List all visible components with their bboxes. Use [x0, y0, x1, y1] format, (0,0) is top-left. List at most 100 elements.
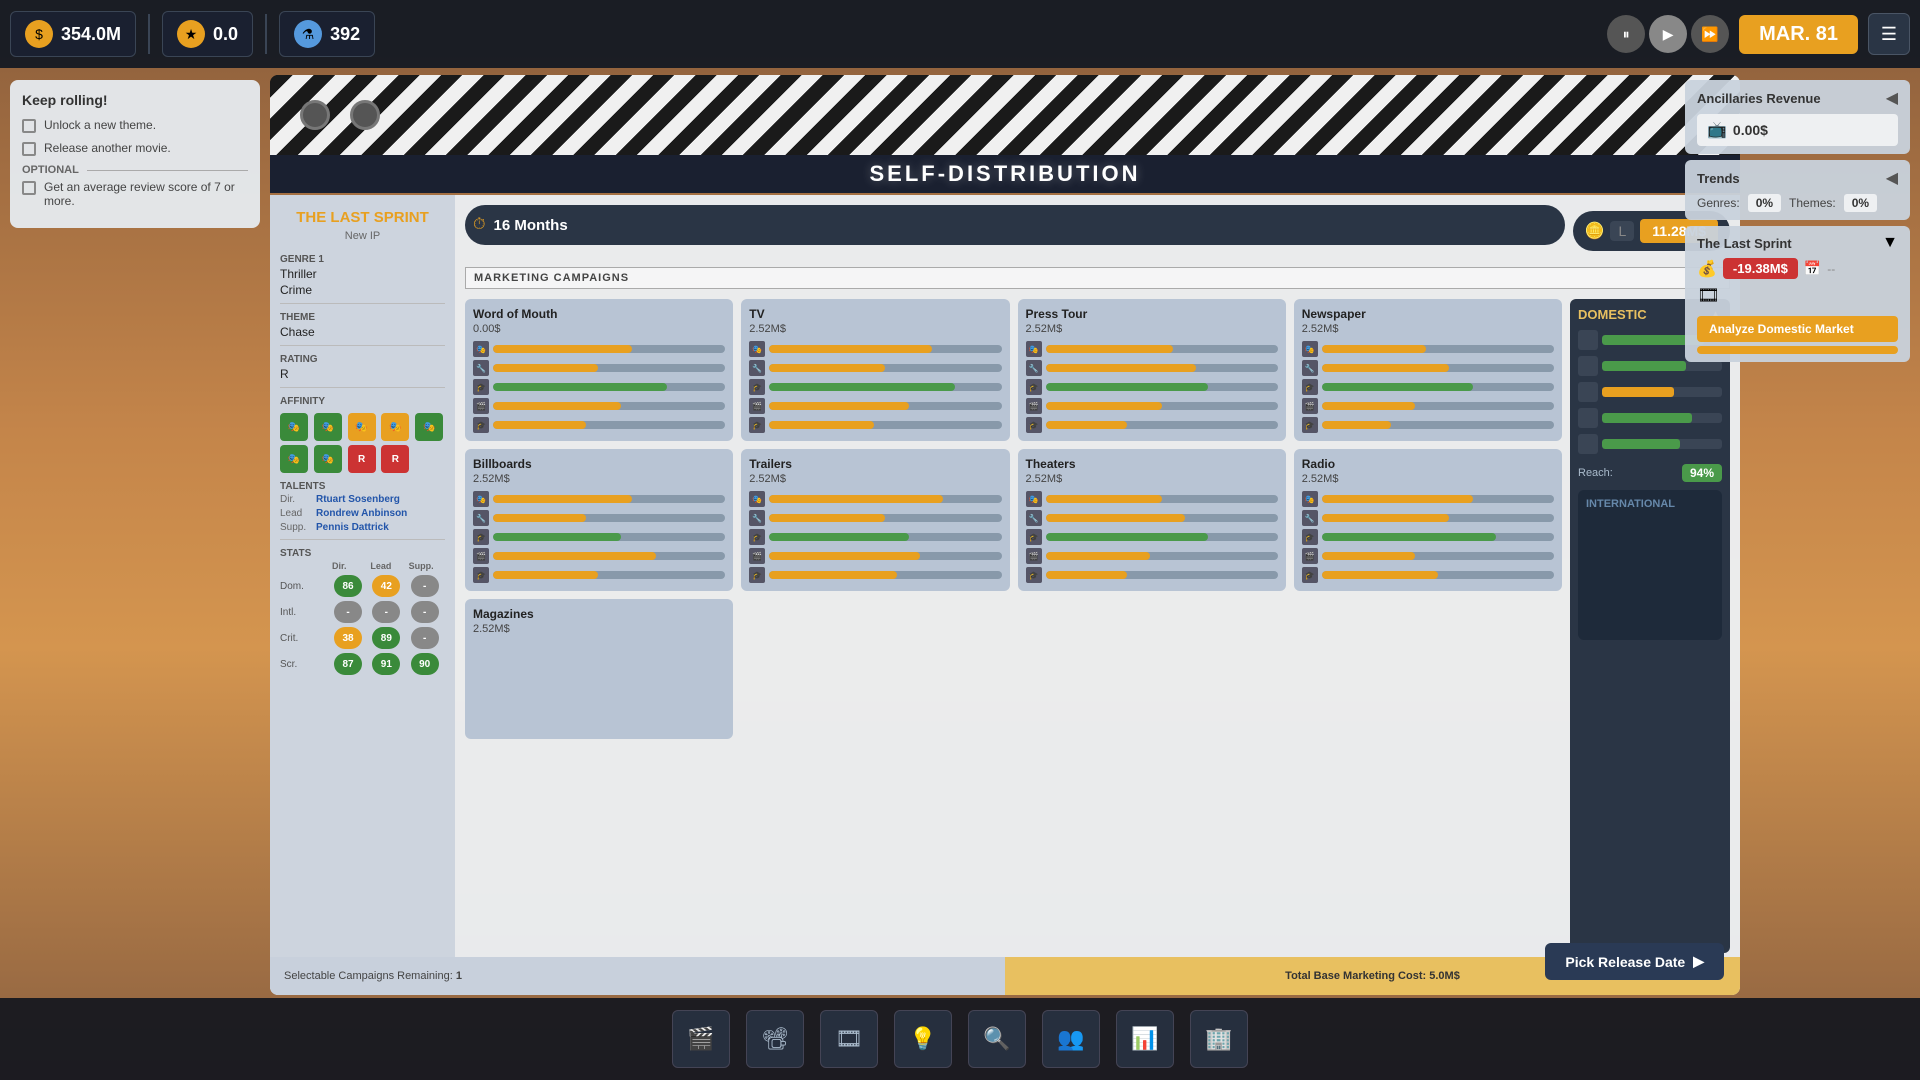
- support-name: Pennis Dattrick: [316, 522, 389, 533]
- affinity-7: 🎭: [314, 445, 342, 473]
- campaign-cost-8: 2.52M$: [473, 623, 725, 635]
- analyze-progress-bar: [1697, 346, 1898, 354]
- ancillaries-collapse-icon[interactable]: ◀: [1886, 88, 1898, 108]
- task-checkbox-1[interactable]: [22, 119, 36, 133]
- pick-release-button[interactable]: Pick Release Date ▶: [1545, 943, 1724, 980]
- analyze-domestic-button[interactable]: Analyze Domestic Market: [1697, 316, 1898, 342]
- dbar-fill-5: [1602, 439, 1680, 449]
- ancillaries-value-display: 📺 0.00$: [1697, 114, 1898, 146]
- campaign-magazines[interactable]: Magazines 2.52M$: [465, 599, 733, 739]
- dbar-track-2: [1602, 361, 1722, 371]
- campaign-word-of-mouth[interactable]: Word of Mouth 0.00$ 🎭 🔧 🎓 🎬 🎓: [465, 299, 733, 441]
- campaign-radio[interactable]: Radio 2.52M$ 🎭 🔧 🎓 🎬 🎓: [1294, 449, 1562, 591]
- dbar-icon-5: [1578, 434, 1598, 454]
- trends-collapse-icon[interactable]: ◀: [1886, 168, 1898, 188]
- theme-value: Chase: [280, 325, 445, 339]
- ct3: [493, 402, 725, 410]
- app-title: SELF-DISTRIBUTION: [870, 161, 1141, 187]
- movie-neg-row: 💰 -19.38M$ 📅 --: [1697, 258, 1898, 279]
- international-section: INTERNATIONAL: [1578, 490, 1722, 640]
- intl-stats-row: Intl. - - -: [280, 601, 445, 623]
- movie-panel-title: The Last Sprint: [1697, 236, 1792, 251]
- stars-value: 0.0: [213, 24, 238, 45]
- menu-button[interactable]: ☰: [1868, 13, 1910, 55]
- clock-icon: ⏱: [473, 216, 485, 234]
- calendar-icon: 📅: [1804, 260, 1821, 277]
- campaigns-row-1: Word of Mouth 0.00$ 🎭 🔧 🎓 🎬 🎓 TV: [465, 299, 1562, 441]
- lead-role-label: Lead: [280, 508, 312, 519]
- task-label-2: Release another movie.: [44, 141, 171, 155]
- affinity-6: 🎭: [280, 445, 308, 473]
- campaign-press-tour[interactable]: Press Tour 2.52M$ 🎭 🔧 🎓 🎬 🎓: [1018, 299, 1286, 441]
- campaign-name-5: Trailers: [749, 457, 1001, 471]
- domestic-label: DOMESTIC: [1578, 307, 1647, 322]
- ancillaries-panel: Ancillaries Revenue ◀ 📺 0.00$: [1685, 80, 1910, 154]
- nav-reel-btn[interactable]: 🎞: [820, 1010, 878, 1068]
- ci2: 🎓: [473, 379, 489, 395]
- clapper-dot-2: [350, 100, 380, 130]
- separator-2: [280, 345, 445, 346]
- nav-building-btn[interactable]: 🏢: [1190, 1010, 1248, 1068]
- nav-search-btn[interactable]: 🔍: [968, 1010, 1026, 1068]
- play-button[interactable]: ▶: [1649, 15, 1687, 53]
- campaign-rows-0: 🎭 🔧 🎓 🎬 🎓: [473, 341, 725, 433]
- campaign-cost-1: 2.52M$: [749, 323, 1001, 335]
- trends-header: Trends ◀: [1697, 168, 1898, 188]
- star-icon: ★: [177, 20, 205, 48]
- dbar-icon-2: [1578, 356, 1598, 376]
- movie-panel-collapse-icon[interactable]: ▼: [1882, 234, 1898, 252]
- pause-button[interactable]: ⏸: [1607, 15, 1645, 53]
- themes-label: Themes:: [1789, 196, 1836, 210]
- money-icon: $: [25, 20, 53, 48]
- campaign-cost-0: 0.00$: [473, 323, 725, 335]
- campaign-cost-3: 2.52M$: [1302, 323, 1554, 335]
- reach-row: Reach: 94%: [1578, 464, 1722, 482]
- affinity-label: AFFINITY: [280, 396, 445, 407]
- stats-label: STATS: [280, 548, 445, 559]
- dom-stats-row: Dom. 86 42 -: [280, 575, 445, 597]
- optional-label: OPTIONAL: [22, 164, 248, 176]
- film-icon: 🎞: [1697, 285, 1720, 306]
- campaign-name-2: Press Tour: [1026, 307, 1278, 321]
- cf3: [493, 402, 621, 410]
- tasks-title: Keep rolling!: [22, 92, 248, 108]
- theme-label: THEME: [280, 312, 445, 323]
- affinity-8: R: [348, 445, 376, 473]
- campaign-theaters[interactable]: Theaters 2.52M$ 🎭 🔧 🎓 🎬 🎓: [1018, 449, 1286, 591]
- campaign-trailers[interactable]: Trailers 2.52M$ 🎭 🔧 🎓 🎬 🎓: [741, 449, 1009, 591]
- fast-forward-button[interactable]: ⏩: [1691, 15, 1729, 53]
- trends-title: Trends: [1697, 171, 1740, 186]
- nav-chart-btn[interactable]: 📊: [1116, 1010, 1174, 1068]
- campaign-cost-4: 2.52M$: [473, 473, 725, 485]
- dom-lead-badge: 42: [372, 575, 400, 597]
- campaign-name-8: Magazines: [473, 607, 725, 621]
- movie-title: THE LAST SPRINT: [280, 209, 445, 226]
- trends-panel: Trends ◀ Genres: 0% Themes: 0%: [1685, 160, 1910, 220]
- campaign-newspaper[interactable]: Newspaper 2.52M$ 🎭 🔧 🎓 🎬 🎓: [1294, 299, 1562, 441]
- genres-label: Genres:: [1697, 196, 1740, 210]
- director-name: Rtuart Sosenberg: [316, 494, 400, 505]
- scr-label: Scr.: [280, 659, 330, 670]
- lead-row: Lead Rondrew Anbinson: [280, 508, 445, 519]
- nav-camera-btn[interactable]: 📽: [746, 1010, 804, 1068]
- support-role-label: Supp.: [280, 522, 312, 533]
- dbar-track-5: [1602, 439, 1722, 449]
- campaign-tv[interactable]: TV 2.52M$ 🎭 🔧 🎓 🎬 🎓: [741, 299, 1009, 441]
- dom-label: Dom.: [280, 581, 330, 592]
- nav-idea-btn[interactable]: 💡: [894, 1010, 952, 1068]
- stats-dir-header: Dir.: [332, 561, 368, 571]
- campaign-billboards[interactable]: Billboards 2.52M$ 🎭 🔧 🎓 🎬 🎓: [465, 449, 733, 591]
- task-checkbox-2[interactable]: [22, 142, 36, 156]
- intl-lead-badge: -: [372, 601, 400, 623]
- campaigns-scroll-area[interactable]: Word of Mouth 0.00$ 🎭 🔧 🎓 🎬 🎓 TV: [465, 299, 1562, 953]
- task-checkbox-optional[interactable]: [22, 181, 36, 195]
- crit-stats-row: Crit. 38 89 -: [280, 627, 445, 649]
- timeline-bar: ⏱ 16 Months: [465, 205, 1565, 245]
- divider: [148, 14, 150, 54]
- nav-film-btn[interactable]: 🎬: [672, 1010, 730, 1068]
- reach-value: 94%: [1682, 464, 1722, 482]
- nav-people-btn[interactable]: 👥: [1042, 1010, 1100, 1068]
- campaign-name-7: Radio: [1302, 457, 1554, 471]
- marketing-panel: ⏱ 16 Months 🪙 L 11.28M$ MARKETING CAMPAI…: [455, 195, 1740, 995]
- themes-value: 0%: [1844, 194, 1877, 212]
